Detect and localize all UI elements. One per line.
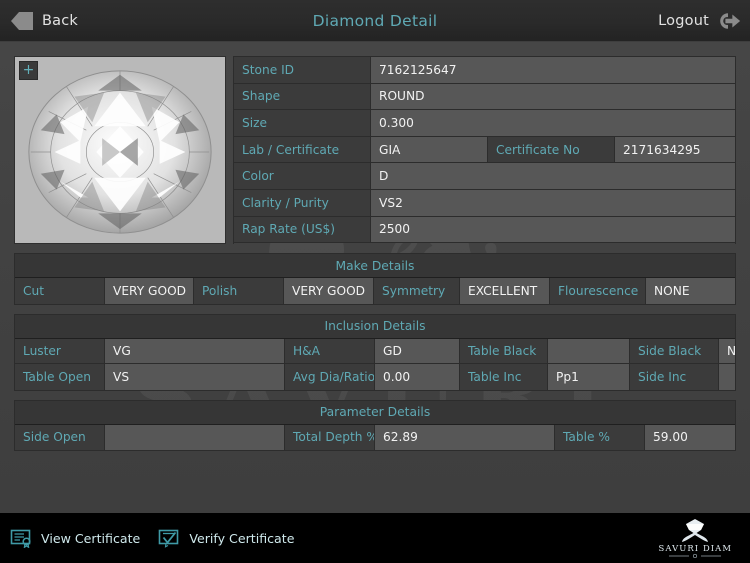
make-details-section: Make Details Cut VERY GOOD Polish VERY G… bbox=[14, 253, 736, 305]
back-button[interactable]: Back bbox=[0, 8, 78, 34]
table-row: Luster VG H&A GD Table Black Side Black … bbox=[15, 338, 735, 364]
logout-button[interactable]: Logout bbox=[658, 10, 750, 32]
field-value: VERY GOOD bbox=[284, 278, 374, 304]
field-label: Symmetry bbox=[374, 278, 460, 304]
top-block: + Stone ID 7162125647 Shape ROUND Size 0… bbox=[14, 56, 736, 244]
view-certificate-icon bbox=[10, 529, 31, 548]
field-value: VS bbox=[105, 364, 285, 390]
field-value: Pp1 bbox=[548, 364, 630, 390]
savuri-diam-mark-icon bbox=[682, 519, 709, 542]
field-label: Total Depth % bbox=[285, 424, 375, 450]
brand-divider-icon bbox=[669, 553, 722, 559]
field-value: VERY GOOD bbox=[105, 278, 194, 304]
spec-label-secondary: Certificate No bbox=[487, 136, 615, 163]
spec-label: Size bbox=[234, 110, 371, 136]
app-header: Back Diamond Detail Logout bbox=[0, 0, 750, 45]
page-title: Diamond Detail bbox=[312, 11, 438, 30]
field-label: Polish bbox=[194, 278, 284, 304]
main-content: ❦❧ SAVURI + Stone ID 7162125647 Shape RO… bbox=[0, 42, 750, 513]
field-label: H&A bbox=[285, 338, 375, 363]
field-label: Side Open bbox=[15, 424, 105, 450]
field-label: Avg Dia/Ratio bbox=[285, 364, 375, 390]
field-value: 0.00 bbox=[375, 364, 460, 390]
spec-value: 2500 bbox=[371, 216, 735, 243]
table-row: Lab / Certificate GIA Certificate No 217… bbox=[234, 136, 735, 164]
field-value: NONE bbox=[646, 278, 735, 304]
spec-label: Shape bbox=[234, 83, 371, 110]
diamond-image-panel[interactable]: + bbox=[14, 56, 226, 244]
verify-certificate-icon bbox=[159, 529, 179, 548]
spec-value: 0.300 bbox=[371, 110, 735, 136]
brand-logo: SAVURI DIAM bbox=[659, 517, 741, 559]
view-certificate-label: View Certificate bbox=[41, 530, 141, 546]
stone-spec-table: Stone ID 7162125647 Shape ROUND Size 0.3… bbox=[233, 56, 736, 244]
back-arrow-icon bbox=[11, 11, 33, 30]
inclusion-details-section: Inclusion Details Luster VG H&A GD Table… bbox=[14, 313, 736, 391]
spec-label: Lab / Certificate bbox=[234, 136, 371, 163]
field-label: Table Inc bbox=[460, 364, 548, 390]
table-row: Rap Rate (US$) 2500 bbox=[234, 216, 735, 244]
spec-value: 7162125647 bbox=[371, 57, 735, 83]
field-value: GD bbox=[375, 338, 460, 363]
field-value: EXCELLENT bbox=[460, 278, 550, 304]
table-row: Clarity / Purity VS2 bbox=[234, 189, 735, 217]
spec-label: Stone ID bbox=[234, 57, 371, 83]
diamond-image bbox=[15, 57, 225, 243]
spec-value-secondary: 2171634295 bbox=[615, 136, 735, 163]
view-certificate-button[interactable]: View Certificate bbox=[10, 529, 140, 548]
parameter-details-section: Parameter Details Side Open Total Depth … bbox=[14, 399, 736, 451]
logout-icon bbox=[720, 12, 741, 29]
field-label: Table % bbox=[555, 424, 645, 450]
back-button-label: Back bbox=[42, 12, 79, 29]
verify-certificate-button[interactable]: Verify Certificate bbox=[158, 529, 294, 548]
field-value: 59.00 bbox=[645, 424, 735, 450]
field-value: 62.89 bbox=[375, 424, 555, 450]
table-row: Table Open VS Avg Dia/Ratio 0.00 Table I… bbox=[15, 364, 735, 390]
table-row: Cut VERY GOOD Polish VERY GOOD Symmetry … bbox=[15, 278, 735, 304]
image-zoom-button[interactable]: + bbox=[19, 61, 38, 80]
brand-name: SAVURI DIAM bbox=[658, 543, 732, 553]
spec-label: Clarity / Purity bbox=[234, 189, 371, 216]
field-label: Cut bbox=[15, 278, 105, 304]
table-row: Color D bbox=[234, 163, 735, 190]
spec-value: D bbox=[371, 163, 735, 189]
field-label: Table Black bbox=[460, 338, 548, 363]
field-label: Luster bbox=[15, 338, 105, 363]
verify-certificate-label: Verify Certificate bbox=[189, 530, 295, 546]
field-value bbox=[105, 424, 285, 450]
spec-value: GIA bbox=[371, 136, 487, 163]
spec-value: VS2 bbox=[371, 189, 735, 216]
field-value: VG bbox=[105, 338, 285, 363]
section-title: Make Details bbox=[15, 254, 735, 278]
field-label: Flourescence bbox=[550, 278, 646, 304]
diamond-detail-screen: Back Diamond Detail Logout ❦❧ SAVURI + S… bbox=[0, 0, 750, 563]
spec-label: Rap Rate (US$) bbox=[234, 216, 371, 243]
spec-value: ROUND bbox=[371, 83, 735, 110]
table-row: Shape ROUND bbox=[234, 83, 735, 111]
logout-button-label: Logout bbox=[658, 12, 709, 29]
field-label: Side Black bbox=[630, 338, 719, 363]
field-label: Table Open bbox=[15, 364, 105, 390]
field-value bbox=[548, 338, 630, 363]
app-footer: View Certificate Verify Certificate SAVU… bbox=[0, 513, 750, 563]
section-title: Parameter Details bbox=[15, 400, 735, 425]
field-value: N bbox=[719, 338, 735, 363]
table-row: Size 0.300 bbox=[234, 110, 735, 137]
field-value bbox=[719, 364, 735, 390]
spec-label: Color bbox=[234, 163, 371, 189]
table-row: Side Open Total Depth % 62.89 Table % 59… bbox=[15, 424, 735, 450]
field-label: Side Inc bbox=[630, 364, 719, 390]
table-row: Stone ID 7162125647 bbox=[234, 57, 735, 84]
section-title: Inclusion Details bbox=[15, 314, 735, 339]
